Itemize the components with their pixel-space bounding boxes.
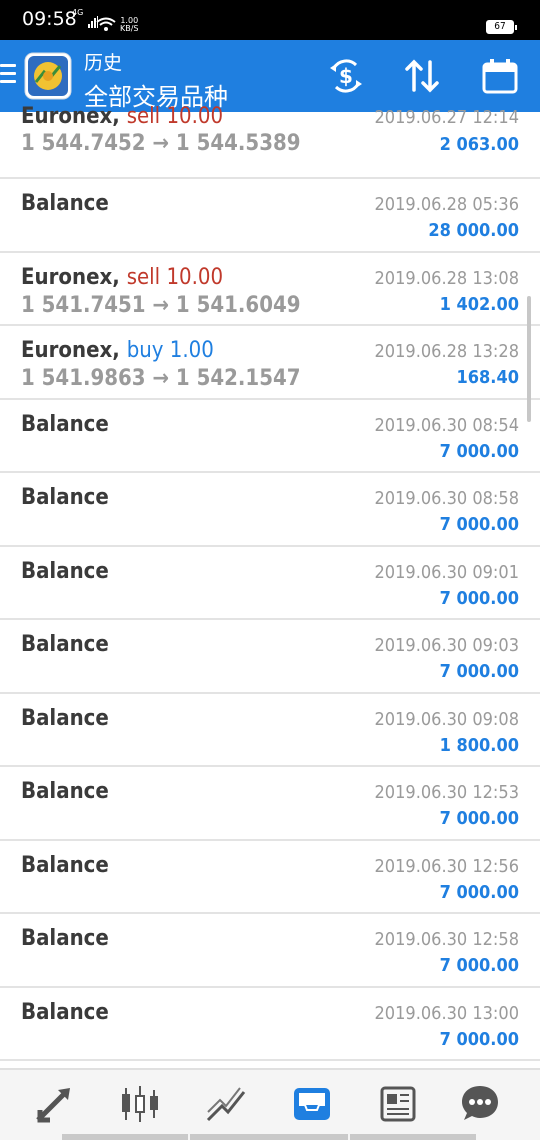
symbol-label: Balance: [21, 926, 109, 951]
trade-operation: sell 10.00: [126, 106, 224, 129]
row-profit: 168.40: [456, 367, 520, 388]
row-symbol: Euronex, sell 10.00: [21, 265, 223, 290]
newspaper-icon[interactable]: [376, 1082, 420, 1126]
row-timestamp: 2019.06.30 12:58: [374, 929, 520, 950]
row-timestamp: 2019.06.30 09:01: [374, 561, 520, 583]
row-profit: 7 000.00: [439, 881, 519, 903]
row-symbol: Balance: [21, 191, 109, 216]
row-profit: 1 402.00: [439, 293, 519, 315]
history-row[interactable]: Balance 2019.06.30 12:53 7 000.00: [0, 767, 540, 841]
row-timestamp: 2019.06.30 08:54: [374, 414, 520, 436]
history-row[interactable]: Euronex, sell 10.00 1 544.7452 → 1 544.53…: [0, 106, 540, 179]
row-profit: 7 000.00: [439, 440, 519, 462]
row-timestamp: 2019.06.28 05:36: [374, 194, 520, 215]
page-title: 历史: [84, 52, 123, 74]
price-range: 1 541.9863 → 1 542.1547: [21, 366, 301, 391]
price-range: 1 544.7452 → 1 544.5389: [21, 131, 301, 156]
symbol-label: Balance: [21, 632, 109, 657]
row-symbol: Balance: [21, 1000, 109, 1025]
row-timestamp: 2019.06.30 09:08: [374, 708, 520, 730]
nav-indicator: [62, 1134, 188, 1140]
nav-indicator: [350, 1134, 476, 1140]
scrollbar[interactable]: [527, 296, 531, 422]
row-symbol: Balance: [21, 412, 109, 437]
svg-text:$: $: [339, 64, 353, 88]
row-profit: 7 000.00: [439, 587, 519, 609]
history-row[interactable]: Balance 2019.06.30 13:00 7 000.00: [0, 988, 540, 1061]
history-row[interactable]: Balance 2019.06.28 05:36 28 000.00: [0, 179, 540, 253]
battery-icon: 67: [486, 20, 517, 34]
row-timestamp: 2019.06.27 12:14: [374, 107, 520, 128]
sort-icon[interactable]: [402, 56, 442, 96]
row-profit: 7 000.00: [439, 808, 519, 829]
symbol-label: Euronex,: [21, 264, 120, 290]
row-symbol: Balance: [21, 485, 109, 510]
symbol-label: Balance: [21, 779, 109, 804]
calendar-icon[interactable]: [480, 56, 520, 96]
symbol-label: Balance: [21, 558, 109, 584]
row-timestamp: 2019.06.30 13:00: [374, 1002, 520, 1024]
row-timestamp: 2019.06.30 09:03: [374, 635, 520, 656]
row-timestamp: 2019.06.28 13:28: [374, 341, 520, 362]
row-symbol: Balance: [21, 632, 109, 657]
row-profit: 1 800.00: [439, 734, 519, 756]
history-row[interactable]: Balance 2019.06.30 12:58 7 000.00: [0, 914, 540, 988]
status-time: 09:58: [22, 8, 77, 30]
trade-operation: sell 10.00: [126, 264, 224, 290]
symbol-label: Euronex,: [21, 338, 120, 363]
arrows-updown-icon[interactable]: [32, 1082, 76, 1126]
history-list[interactable]: Euronex, sell 10.00 1 544.7452 → 1 544.53…: [0, 106, 540, 1068]
wifi-icon: [96, 17, 116, 31]
trade-operation: buy 1.00: [126, 338, 214, 363]
row-timestamp: 2019.06.30 12:53: [374, 782, 520, 803]
history-row[interactable]: Balance 2019.06.30 09:03 7 000.00: [0, 620, 540, 694]
price-range: 1 541.7451 → 1 541.6049: [21, 292, 301, 318]
network-speed: 1.00 KB/S: [120, 17, 139, 33]
history-row[interactable]: Balance 2019.06.30 09:08 1 800.00: [0, 694, 540, 767]
row-symbol: Balance: [21, 779, 109, 804]
row-profit: 2 063.00: [439, 134, 519, 155]
row-symbol: Balance: [21, 926, 109, 951]
currency-exchange-icon[interactable]: $: [326, 56, 366, 96]
battery-level: 67: [494, 21, 506, 32]
row-profit: 28 000.00: [428, 220, 519, 241]
row-timestamp: 2019.06.28 13:08: [374, 267, 520, 289]
row-timestamp: 2019.06.30 08:58: [374, 488, 520, 509]
history-row[interactable]: Balance 2019.06.30 09:01 7 000.00: [0, 547, 540, 620]
row-profit: 7 000.00: [439, 661, 519, 682]
row-profit: 7 000.00: [439, 955, 519, 976]
history-row[interactable]: Euronex, buy 1.00 1 541.9863 → 1 542.1547…: [0, 326, 540, 400]
row-timestamp: 2019.06.30 12:56: [374, 855, 520, 877]
metatrader-logo-icon[interactable]: [24, 52, 72, 100]
symbol-label: Balance: [21, 999, 109, 1025]
history-row[interactable]: Balance 2019.06.30 08:58 7 000.00: [0, 473, 540, 547]
network-type: 4G: [72, 8, 84, 17]
row-profit: 7 000.00: [439, 1028, 519, 1050]
symbol-label: Euronex,: [21, 106, 120, 129]
history-row[interactable]: Euronex, sell 10.00 1 541.7451 → 1 541.60…: [0, 253, 540, 326]
status-bar: 09:58 4G 1.00 KB/S 67: [0, 0, 540, 40]
chat-bubble-icon[interactable]: [458, 1082, 502, 1126]
row-symbol: Balance: [21, 706, 109, 731]
row-symbol: Balance: [21, 853, 109, 878]
candlestick-icon[interactable]: [118, 1082, 162, 1126]
app-bar: 历史 全部交易品种 $: [0, 40, 540, 112]
history-row[interactable]: Balance 2019.06.30 08:54 7 000.00: [0, 400, 540, 473]
nav-indicator: [190, 1134, 348, 1140]
row-symbol: Euronex, buy 1.00: [21, 338, 214, 363]
symbol-label: Balance: [21, 705, 109, 731]
speed-unit: KB/S: [120, 24, 139, 33]
inbox-tray-icon[interactable]: [290, 1082, 334, 1126]
bottom-nav: [0, 1068, 540, 1140]
row-profit: 7 000.00: [439, 514, 519, 535]
row-symbol: Euronex, sell 10.00: [21, 106, 223, 129]
row-symbol: Balance: [21, 559, 109, 584]
symbol-label: Balance: [21, 411, 109, 437]
menu-icon[interactable]: [0, 64, 16, 88]
symbol-label: Balance: [21, 852, 109, 878]
history-row[interactable]: Balance 2019.06.30 12:56 7 000.00: [0, 841, 540, 914]
symbol-label: Balance: [21, 191, 109, 216]
trend-lines-icon[interactable]: [204, 1082, 248, 1126]
symbol-label: Balance: [21, 485, 109, 510]
